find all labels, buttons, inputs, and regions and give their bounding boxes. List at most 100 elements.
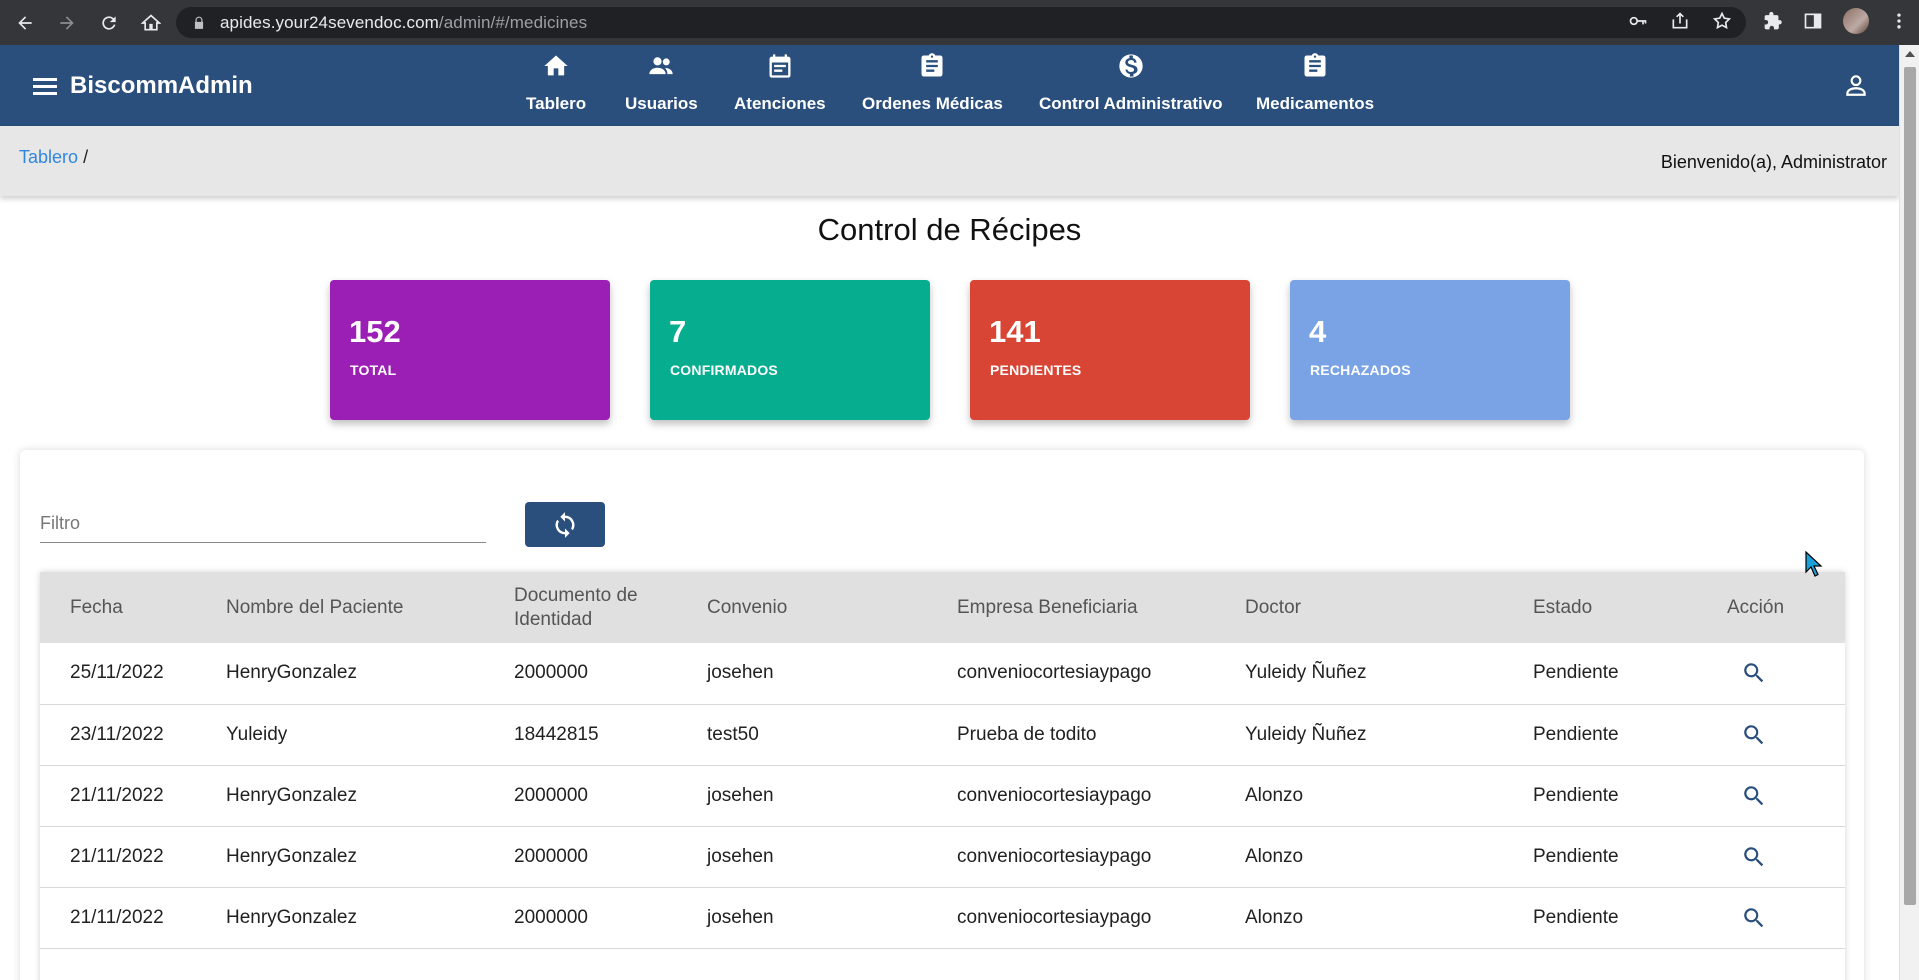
column-header-estado[interactable]: Estado [1503, 572, 1697, 643]
address-bar[interactable]: apides.your24sevendoc.com/admin/#/medici… [176, 7, 1746, 38]
cell-doctor: Yuleidy Ñuñez [1245, 662, 1367, 684]
scroll-up-arrow-icon[interactable] [1905, 51, 1915, 57]
cell-fecha: 25/11/2022 [70, 662, 164, 684]
cell-convenio: josehen [707, 845, 774, 867]
refresh-icon [555, 511, 575, 538]
cell-accion [1697, 643, 1845, 704]
browser-toolbar: apides.your24sevendoc.com/admin/#/medici… [0, 0, 1919, 45]
search-icon[interactable] [1741, 905, 1767, 931]
cell-empresa: conveniocortesiaypago [957, 845, 1152, 867]
cell-accion [1697, 704, 1845, 765]
arrow-right-icon [60, 15, 74, 30]
home-outline-icon [141, 13, 161, 30]
back-button[interactable] [8, 6, 42, 40]
stat-card-rechazados: 4 RECHAZADOS [1290, 280, 1570, 420]
side-panel-icon[interactable] [1803, 11, 1823, 31]
cell-doctor: Alonzo [1245, 906, 1304, 928]
cell-empresa: Prueba de todito [957, 723, 1097, 745]
cell-accion [1697, 887, 1845, 948]
recipes-table-container: Fecha Nombre del Paciente Documento de I… [40, 572, 1845, 980]
app-header: BiscommAdmin Tablero Usuarios Atenciones… [0, 45, 1899, 126]
cell-estado: Pendiente [1533, 662, 1619, 684]
cell-paciente: HenryGonzalez [226, 784, 357, 806]
key-icon[interactable] [1628, 11, 1648, 31]
breadcrumb-link-tablero[interactable]: Tablero [19, 147, 78, 167]
table-header-row: Fecha Nombre del Paciente Documento de I… [40, 572, 1845, 643]
nav-item-tablero[interactable]: Tablero [526, 45, 586, 126]
stat-card-total: 152 TOTAL [330, 280, 610, 420]
search-icon[interactable] [1741, 722, 1767, 748]
extensions-icon[interactable] [1763, 11, 1783, 31]
table-row: 21/11/2022 HenryGonzalez 2000000 josehen… [40, 826, 1845, 887]
cell-documento: 2000000 [514, 906, 588, 928]
table-row: 25/11/2022 HenryGonzalez 2000000 josehen… [40, 643, 1845, 704]
nav-label: Ordenes Médicas [862, 94, 1003, 113]
nav-item-atenciones[interactable]: Atenciones [734, 45, 826, 126]
stat-card-confirmados: 7 CONFIRMADOS [650, 280, 930, 420]
cell-fecha: 21/11/2022 [70, 845, 164, 867]
stat-label: RECHAZADOS [1310, 362, 1411, 378]
filter-input[interactable] [40, 505, 486, 543]
column-header-convenio[interactable]: Convenio [677, 572, 927, 643]
cell-empresa: conveniocortesiaypago [957, 906, 1152, 928]
nav-item-ordenes-medicas[interactable]: Ordenes Médicas [862, 45, 1003, 126]
search-icon[interactable] [1741, 783, 1767, 809]
nav-label: Control Administrativo [1039, 94, 1223, 113]
search-icon[interactable] [1741, 660, 1767, 686]
table-row: 21/11/2022 HenryGonzalez 2000000 josehen… [40, 887, 1845, 948]
cell-empresa: conveniocortesiaypago [957, 784, 1152, 806]
column-header-accion: Acción [1727, 596, 1785, 618]
refresh-button[interactable] [525, 502, 605, 547]
cell-paciente: HenryGonzalez [226, 662, 357, 684]
forward-button[interactable] [50, 6, 84, 40]
recipes-table: Fecha Nombre del Paciente Documento de I… [40, 572, 1845, 949]
reload-icon [102, 15, 116, 30]
nav-label: Medicamentos [1256, 94, 1375, 113]
recipes-panel: Fecha Nombre del Paciente Documento de I… [20, 450, 1864, 980]
nav-item-usuarios[interactable]: Usuarios [625, 45, 698, 126]
cell-estado: Pendiente [1533, 723, 1619, 745]
column-header-documento[interactable]: Documento de Identidad [484, 572, 677, 643]
nav-item-control-administrativo[interactable]: Control Administrativo [1039, 45, 1223, 126]
nav-item-medicamentos[interactable]: Medicamentos [1256, 45, 1374, 126]
breadcrumb: Tablero / [19, 147, 88, 168]
reload-button[interactable] [92, 6, 126, 40]
more-vert-icon[interactable] [1889, 11, 1909, 31]
cell-doctor: Yuleidy Ñuñez [1245, 723, 1367, 745]
stat-label: CONFIRMADOS [670, 362, 778, 378]
cell-fecha: 21/11/2022 [70, 906, 164, 928]
share-icon[interactable] [1670, 11, 1690, 31]
table-body: 25/11/2022 HenryGonzalez 2000000 josehen… [40, 643, 1845, 948]
welcome-text: Bienvenido(a), Administrator [1660, 152, 1887, 172]
breadcrumb-bar: Tablero / Bienvenido(a), Administrator [0, 126, 1899, 196]
stat-value: 141 [989, 314, 1041, 349]
column-header-nombre-paciente[interactable]: Nombre del Paciente [196, 572, 484, 643]
home-button[interactable] [134, 6, 168, 40]
cell-estado: Pendiente [1533, 845, 1619, 867]
calendar-icon [769, 54, 791, 78]
account-icon[interactable] [1843, 72, 1869, 98]
clipboard-icon [921, 53, 943, 77]
cell-convenio: josehen [707, 662, 774, 684]
cell-documento: 2000000 [514, 784, 588, 806]
table-row: 21/11/2022 HenryGonzalez 2000000 josehen… [40, 765, 1845, 826]
cell-convenio: josehen [707, 906, 774, 928]
page-scrollbar[interactable] [1899, 45, 1919, 980]
column-header-doctor[interactable]: Doctor [1215, 572, 1503, 643]
stat-card-pendientes: 141 PENDIENTES [970, 280, 1250, 420]
scrollbar-thumb[interactable] [1904, 67, 1916, 905]
column-header-fecha[interactable]: Fecha [40, 572, 196, 643]
cell-convenio: test50 [707, 723, 759, 745]
cell-paciente: Yuleidy [226, 723, 288, 745]
star-icon[interactable] [1712, 11, 1732, 31]
column-header-empresa[interactable]: Empresa Beneficiaria [927, 572, 1215, 643]
profile-avatar[interactable] [1843, 8, 1869, 34]
home-icon [544, 55, 568, 76]
top-navigation: Tablero Usuarios Atenciones Ordenes Médi… [0, 45, 1899, 126]
url-text: apides.your24sevendoc.com/admin/#/medici… [220, 12, 588, 32]
clipboard-icon [1304, 53, 1326, 77]
stat-value: 7 [669, 314, 687, 349]
arrow-left-icon [18, 15, 32, 30]
search-icon[interactable] [1741, 844, 1767, 870]
nav-label: Atenciones [734, 94, 826, 113]
